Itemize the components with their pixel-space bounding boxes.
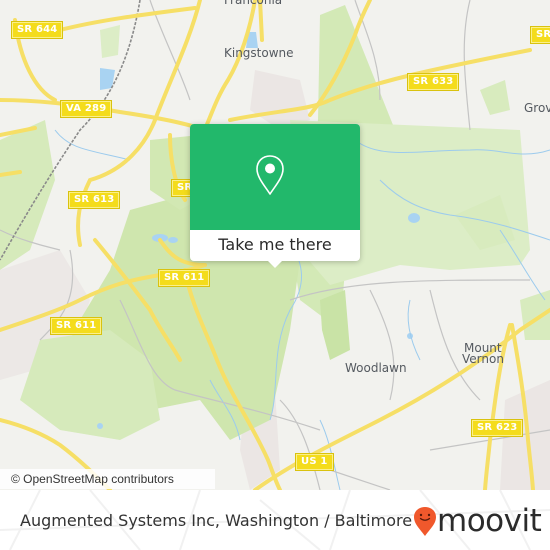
route-shield: SR 644 (10, 21, 64, 39)
location-popup: Take me there (190, 124, 360, 268)
route-shield: SR 623 (470, 419, 524, 437)
popup-pointer (267, 260, 283, 268)
footer: Augmented Systems Inc, Washington / Balt… (0, 490, 550, 550)
place-title: Augmented Systems Inc, Washington / Balt… (20, 511, 413, 530)
moovit-wordmark: moovit (437, 503, 542, 539)
route-shield: SR 611 (157, 269, 211, 287)
route-shield: SR 611 (49, 317, 103, 335)
map-attribution[interactable]: © OpenStreetMap contributors (0, 469, 215, 489)
map-pin-icon (256, 155, 284, 195)
popup-header (190, 124, 360, 230)
place-label: Franconia (224, 0, 283, 7)
route-shield: VA 289 (59, 100, 113, 118)
place-label: Kingstowne (224, 46, 294, 60)
take-me-there-button[interactable]: Take me there (190, 230, 360, 261)
route-shield: US 1 (295, 453, 334, 471)
place-label: Woodlawn (345, 361, 407, 375)
route-shield: SR 613 (67, 191, 121, 209)
map[interactable]: SR 644 VA 289 SR 633 SR 613 SR SR 611 SR… (0, 0, 550, 490)
place-label: Vernon (462, 352, 504, 366)
route-shield: SR (529, 26, 550, 44)
route-shield: SR 633 (406, 73, 460, 91)
moovit-smiley-pin-icon (414, 507, 436, 536)
place-label: Grov (524, 101, 550, 115)
